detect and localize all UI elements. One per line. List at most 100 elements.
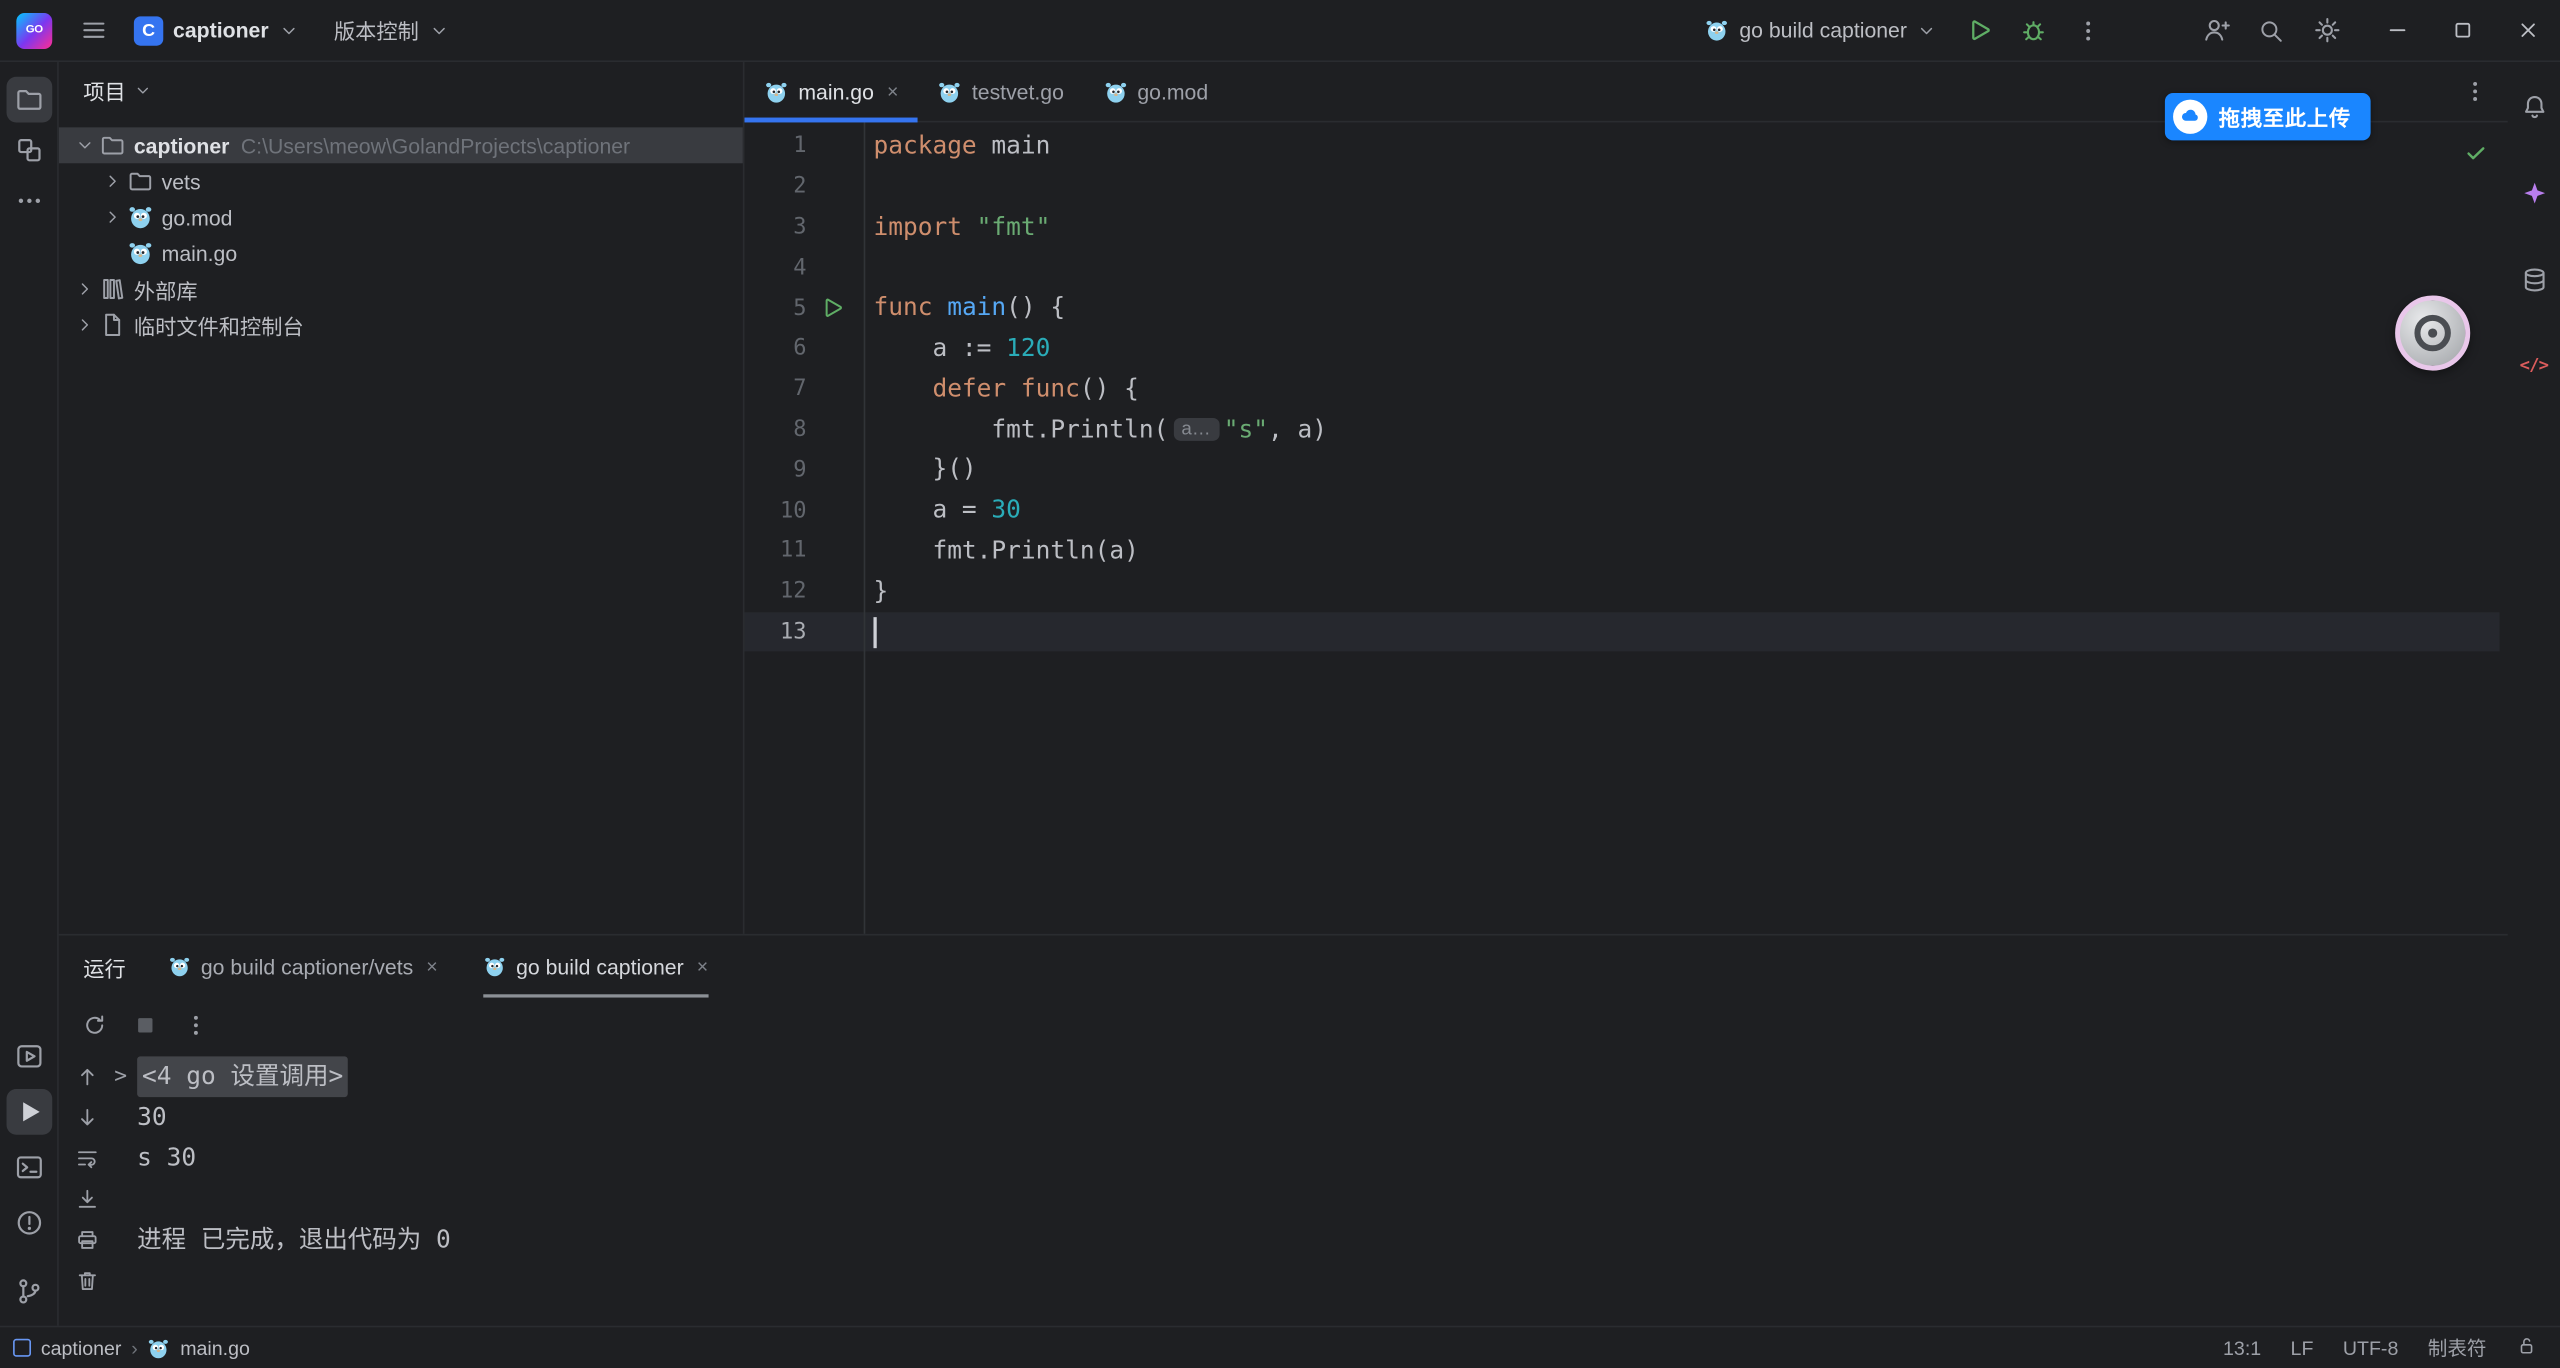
tree-item-label: captioner — [134, 133, 230, 157]
ball-logo-icon — [2411, 312, 2453, 354]
print-button[interactable] — [74, 1220, 98, 1261]
code-area[interactable]: package mainimport "fmt"func main() { a … — [873, 122, 2507, 652]
code-with-me-button[interactable] — [2191, 6, 2240, 55]
tree-item-go.mod[interactable]: go.mod — [59, 199, 743, 235]
gopher-icon — [127, 240, 153, 266]
run-tab-label: go build captioner — [516, 954, 684, 978]
inlay-hint[interactable]: a… — [1173, 418, 1219, 441]
endpoints-tool-button[interactable]: </> — [2511, 343, 2557, 389]
settings-button[interactable] — [2302, 6, 2351, 55]
code-line-2 — [873, 166, 2507, 206]
project-tool-button[interactable] — [6, 77, 52, 123]
maximize-icon — [2450, 18, 2474, 42]
close-icon[interactable]: × — [697, 957, 708, 977]
soft-wrap-button[interactable] — [74, 1138, 98, 1179]
more-actions-button[interactable] — [2064, 6, 2113, 55]
bell-icon — [2520, 92, 2548, 120]
editor[interactable]: 12345678910111213 package mainimport "fm… — [744, 122, 2507, 933]
chevron-down-icon — [134, 81, 152, 99]
debug-button[interactable] — [2008, 6, 2057, 55]
close-button[interactable] — [2495, 0, 2560, 61]
editor-zone: main.go×testvet.gogo.mod 123456789101112… — [744, 62, 2507, 934]
close-icon[interactable]: × — [426, 957, 437, 977]
chevron-right-icon — [103, 207, 123, 227]
terminal-icon — [14, 1153, 43, 1182]
gopher-icon — [168, 955, 191, 978]
run-tool-title[interactable]: 运行 — [83, 936, 125, 998]
line-number: 8 — [744, 416, 806, 442]
run-config-widget[interactable]: go build captioner — [1692, 6, 1949, 55]
burger-icon — [79, 16, 107, 44]
inspections-widget[interactable] — [2464, 140, 2488, 169]
line-number: 12 — [744, 578, 806, 604]
kebab-icon — [2462, 78, 2488, 104]
status-line-ending[interactable]: LF — [2291, 1336, 2314, 1359]
gutter-line-4: 4 — [744, 247, 863, 287]
more-options-button[interactable] — [183, 1012, 209, 1038]
maximize-button[interactable] — [2429, 0, 2494, 61]
editor-tab-testvet.go[interactable]: testvet.go — [918, 62, 1084, 121]
run-tool-button[interactable] — [6, 1089, 52, 1135]
editor-tab-main.go[interactable]: main.go × — [744, 62, 917, 121]
run-tab-go build captioner[interactable]: go build captioner × — [483, 936, 708, 998]
line-number: 4 — [744, 254, 806, 280]
gutter-line-3: 3 — [744, 207, 863, 247]
ai-assistant-tool-button[interactable] — [2511, 170, 2557, 216]
status-indent-style[interactable]: 制表符 — [2428, 1334, 2487, 1362]
editor-tab-go.mod[interactable]: go.mod — [1083, 62, 1227, 121]
run-line-marker[interactable] — [819, 296, 843, 320]
readonly-lock-button[interactable] — [2516, 1335, 2537, 1361]
console-output[interactable]: ><4 go 设置调用>30s 30进程 已完成，退出代码为 0 — [114, 1053, 2507, 1326]
console-fold[interactable]: <4 go 设置调用> — [137, 1056, 348, 1097]
run-tab-go build captioner/vets[interactable]: go build captioner/vets × — [168, 936, 438, 998]
tab-options-button[interactable] — [2442, 62, 2507, 121]
chevron-down-icon — [1917, 20, 1937, 40]
status-caret-position[interactable]: 13:1 — [2223, 1336, 2261, 1359]
next-occurrence-button[interactable] — [74, 1097, 98, 1138]
project-widget[interactable]: C captioner — [121, 6, 311, 55]
problems-tool-button[interactable] — [6, 1200, 52, 1246]
search-everywhere-button[interactable] — [2247, 6, 2296, 55]
prev-occurrence-button[interactable] — [74, 1056, 98, 1097]
tree-item-外部库[interactable]: 外部库 — [59, 271, 743, 307]
close-icon[interactable]: × — [887, 82, 898, 102]
tree-item-label: 临时文件和控制台 — [134, 309, 304, 340]
vcs-widget[interactable]: 版本控制 — [321, 6, 461, 55]
status-encoding[interactable]: UTF-8 — [2343, 1336, 2399, 1359]
gutter-line-10: 10 — [744, 490, 863, 530]
tree-item-captioner[interactable]: captionerC:\Users\meow\GolandProjects\ca… — [59, 127, 743, 163]
more-icon — [14, 186, 43, 215]
minimize-button[interactable] — [2364, 0, 2429, 61]
vcs-widget-label: 版本控制 — [334, 15, 419, 46]
editor-tab-label: main.go — [798, 79, 874, 103]
run-button[interactable] — [1953, 6, 2002, 55]
breadcrumb-file[interactable]: main.go — [180, 1336, 250, 1359]
rerun-button[interactable] — [82, 1012, 108, 1038]
scroll-to-end-button[interactable] — [74, 1179, 98, 1220]
tree-item-main.go[interactable]: main.go — [59, 235, 743, 271]
line-number: 9 — [744, 457, 806, 483]
console-text: 30 — [137, 1097, 166, 1138]
structure-tool-button[interactable] — [6, 127, 52, 173]
breadcrumb-project[interactable]: captioner — [41, 1336, 122, 1359]
floating-ball[interactable] — [2395, 296, 2470, 371]
main-menu-button[interactable] — [69, 6, 118, 55]
more-tool-windows-button[interactable] — [6, 178, 52, 224]
line-number: 3 — [744, 214, 806, 240]
version-control-tool-button[interactable] — [6, 1269, 52, 1315]
database-tool-button[interactable] — [2511, 256, 2557, 302]
line-number: 10 — [744, 497, 806, 523]
tree-item-vets[interactable]: vets — [59, 163, 743, 199]
run-tab-label: go build captioner/vets — [201, 954, 413, 978]
stop-button[interactable] — [132, 1012, 158, 1038]
services-tool-button[interactable] — [6, 1033, 52, 1079]
terminal-tool-button[interactable] — [6, 1144, 52, 1190]
gopher-icon — [483, 955, 506, 978]
project-panel-title[interactable]: 项目 — [83, 74, 125, 105]
clear-console-button[interactable] — [74, 1260, 98, 1301]
bug-icon — [2019, 16, 2047, 44]
editor-gutter[interactable]: 12345678910111213 — [744, 122, 865, 933]
notifications-tool-button[interactable] — [2511, 83, 2557, 129]
upload-drop-target[interactable]: 拖拽至此上传 — [2165, 93, 2371, 140]
tree-item-临时文件和控制台[interactable]: 临时文件和控制台 — [59, 307, 743, 343]
